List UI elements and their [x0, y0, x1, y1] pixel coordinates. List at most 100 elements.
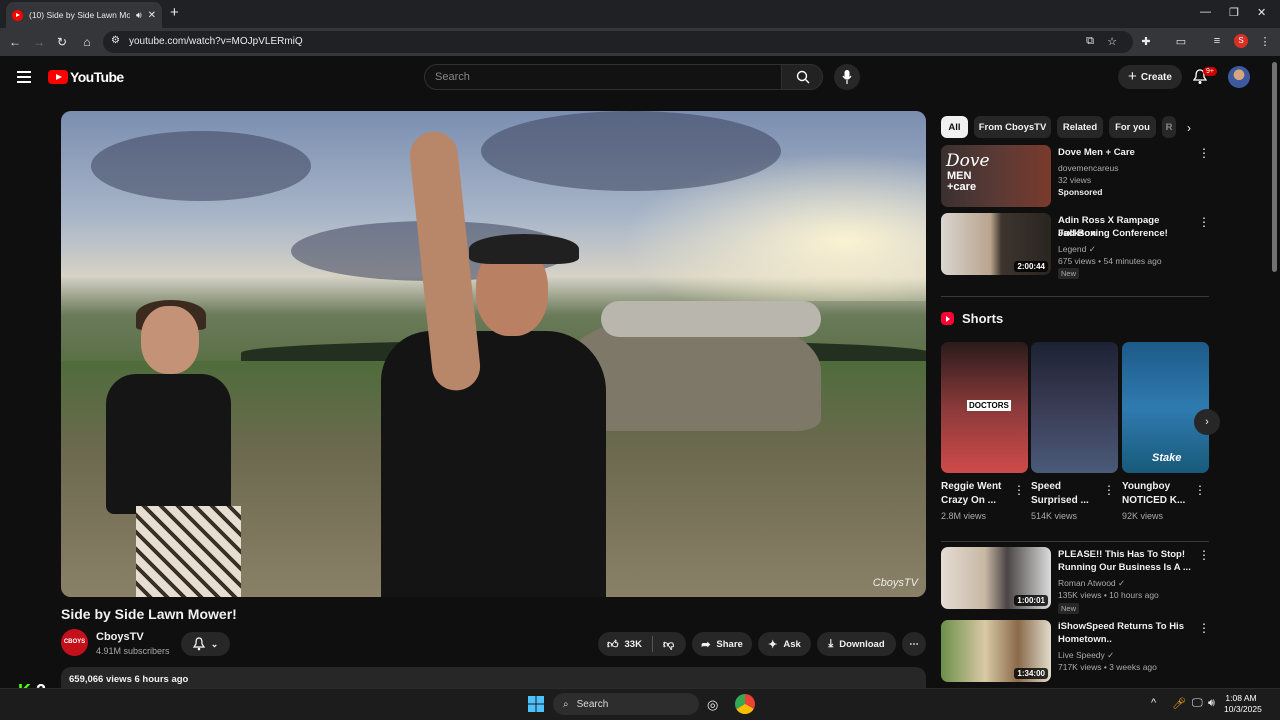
- site-info-icon[interactable]: ⚙: [111, 35, 120, 46]
- description-box[interactable]: 659,066 views 6 hours ago: [61, 667, 926, 689]
- more-vert-icon[interactable]: ⋮: [1198, 215, 1210, 229]
- short-title[interactable]: Youngboy NOTICED K...: [1122, 480, 1194, 508]
- chip-related[interactable]: Related: [1057, 116, 1103, 138]
- thumbs-down-icon[interactable]: 👎︎: [663, 638, 674, 651]
- short-overlay-text: DOCTORS: [967, 400, 1011, 411]
- video-thumbnail[interactable]: 1:34:00: [941, 620, 1051, 682]
- account-avatar[interactable]: [1228, 66, 1250, 88]
- channel-avatar[interactable]: CBOYS: [61, 629, 88, 656]
- ask-button[interactable]: ✦ Ask: [758, 632, 811, 656]
- channel-name[interactable]: dovemencareus: [1058, 162, 1198, 174]
- new-tab-button[interactable]: +: [170, 5, 179, 20]
- search-input[interactable]: Search: [424, 64, 782, 90]
- video-thumbnail[interactable]: 2:00:44: [941, 213, 1051, 275]
- url-text: youtube.com/watch?v=MOJpVLERmiQ: [129, 36, 303, 47]
- channel-name[interactable]: Live Speedy ✓: [1058, 649, 1198, 661]
- chevron-right-icon[interactable]: ›: [1187, 121, 1191, 135]
- video-thumbnail[interactable]: 1:00:01: [941, 547, 1051, 609]
- chevron-down-icon: ⌄: [210, 638, 219, 649]
- tab-close-icon[interactable]: ✕: [148, 10, 156, 21]
- download-button[interactable]: ⤓ Download: [817, 632, 896, 656]
- shorts-next-button[interactable]: ›: [1194, 409, 1220, 435]
- chip-all[interactable]: All: [941, 116, 968, 138]
- hamburger-menu-icon[interactable]: [17, 71, 31, 86]
- short-thumbnail[interactable]: DOCTORS: [941, 342, 1028, 473]
- chip-from-cboystv[interactable]: From CboysTV: [974, 116, 1051, 138]
- channel-name[interactable]: Legend ✓: [1058, 243, 1198, 255]
- new-badge: New: [1058, 603, 1080, 614]
- video-player[interactable]: CboysTV: [61, 111, 926, 597]
- subscription-bell-button[interactable]: ⌄: [181, 632, 230, 656]
- search-icon: [796, 70, 810, 84]
- chip-for-you[interactable]: For you: [1109, 116, 1156, 138]
- profile-avatar[interactable]: S: [1234, 34, 1248, 48]
- back-icon[interactable]: ←: [8, 35, 22, 49]
- channel-name[interactable]: CboysTV: [96, 631, 144, 643]
- plus-icon: +: [1128, 68, 1137, 85]
- forward-icon[interactable]: →: [32, 35, 46, 49]
- video-title[interactable]: iShowSpeed Returns To His: [1058, 620, 1193, 633]
- taskbar-clock[interactable]: 1:08 AM 10/3/2025: [1224, 693, 1262, 715]
- volume-icon[interactable]: 🔊︎: [1208, 697, 1215, 710]
- channel-name[interactable]: Roman Atwood ✓: [1058, 577, 1198, 589]
- short-title[interactable]: Reggie Went Crazy On ...: [941, 480, 1013, 508]
- more-vert-icon[interactable]: ⋮: [1194, 483, 1206, 497]
- short-title-line2: Surprised ...: [1031, 495, 1089, 506]
- like-count[interactable]: 33K: [625, 639, 642, 650]
- thumbs-up-icon[interactable]: 👍︎: [607, 638, 619, 651]
- network-icon[interactable]: 🖵︎: [1192, 697, 1203, 710]
- taskbar-search[interactable]: ⌕ Search: [553, 693, 699, 715]
- video-title[interactable]: Dove Men + Care: [1058, 146, 1193, 159]
- duration-badge: 1:34:00: [1014, 668, 1048, 679]
- app-icon[interactable]: ◎: [707, 697, 718, 713]
- bookmark-star-icon[interactable]: ☆: [1105, 35, 1119, 48]
- youtube-logo[interactable]: YouTube: [48, 69, 124, 85]
- short-thumbnail[interactable]: [1031, 342, 1118, 473]
- mic-icon[interactable]: 🎤︎: [1172, 697, 1186, 710]
- reload-icon[interactable]: ↻: [55, 35, 69, 49]
- divider: [651, 636, 653, 652]
- create-button[interactable]: + Create: [1118, 65, 1182, 89]
- extensions-icon[interactable]: ✚: [1139, 35, 1153, 48]
- speaker-icon[interactable]: 🔊︎: [136, 10, 142, 21]
- search-button[interactable]: [781, 64, 823, 90]
- browser-menu-icon[interactable]: ⋮: [1258, 35, 1272, 48]
- chip-truncated[interactable]: R: [1162, 116, 1176, 138]
- video-thumbnail[interactable]: Dove MEN +care: [941, 145, 1051, 207]
- more-vert-icon[interactable]: ⋮: [1198, 621, 1210, 635]
- view-count: 32 views: [1058, 175, 1092, 185]
- more-vert-icon[interactable]: ⋮: [1198, 548, 1210, 562]
- more-vert-icon[interactable]: ⋮: [1013, 483, 1025, 497]
- page-scrollbar[interactable]: [1272, 62, 1277, 272]
- cast-icon[interactable]: ▭: [1174, 35, 1188, 48]
- home-icon[interactable]: ⌂: [80, 35, 94, 49]
- video-watermark: CboysTV: [872, 577, 918, 589]
- video-title-line2[interactable]: Hometown..: [1058, 633, 1193, 646]
- short-title[interactable]: Speed Surprised ...: [1031, 480, 1103, 508]
- download-icon: ⤓: [828, 637, 834, 650]
- video-title-line2[interactable]: Full Boxing Conference!: [1058, 227, 1193, 240]
- share-button[interactable]: ➦ Share: [692, 632, 752, 656]
- short-title-line2: NOTICED K...: [1122, 495, 1186, 506]
- window-close-icon[interactable]: ✕: [1257, 6, 1266, 19]
- restore-icon[interactable]: ❐: [1229, 6, 1239, 19]
- windows-start-icon[interactable]: [528, 696, 544, 712]
- short-title-line1: Speed: [1031, 481, 1062, 492]
- ask-label: Ask: [783, 638, 801, 650]
- voice-search-button[interactable]: [834, 64, 860, 90]
- view-count-and-age: 717K views • 3 weeks ago: [1058, 662, 1157, 672]
- chevron-up-icon[interactable]: ^: [1151, 697, 1156, 709]
- tab-active[interactable]: (10) Side by Side Lawn Mow 🔊︎ ✕: [6, 2, 162, 28]
- short-thumbnail[interactable]: Stake: [1122, 342, 1209, 473]
- install-app-icon[interactable]: ⧉: [1083, 35, 1097, 48]
- chrome-icon[interactable]: [735, 694, 755, 714]
- more-vert-icon[interactable]: ⋮: [1198, 146, 1210, 160]
- youtube-play-icon: [48, 70, 68, 84]
- address-bar[interactable]: ⚙ youtube.com/watch?v=MOJpVLERmiQ: [103, 31, 1133, 53]
- more-vert-icon[interactable]: ⋮: [1103, 483, 1115, 497]
- video-title-line2[interactable]: Running Our Business Is A ...: [1058, 561, 1193, 574]
- minimize-icon[interactable]: —: [1200, 6, 1211, 18]
- media-icon[interactable]: ≡: [1210, 35, 1224, 47]
- more-actions-button[interactable]: ⋯: [902, 632, 926, 656]
- video-title[interactable]: PLEASE!! This Has To Stop!: [1058, 548, 1193, 561]
